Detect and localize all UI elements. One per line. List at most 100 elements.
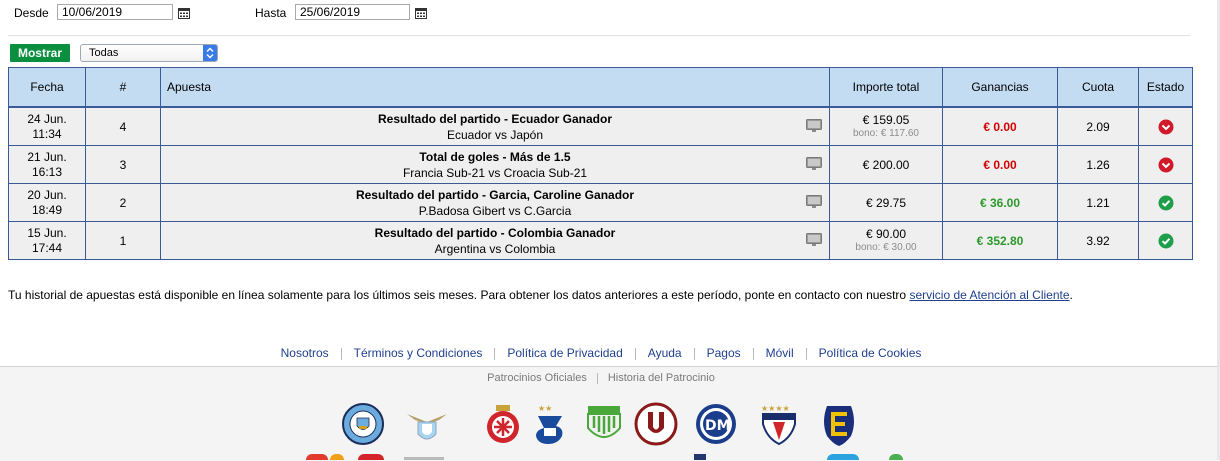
tv-icon[interactable] [806, 119, 822, 133]
tv-icon[interactable] [806, 195, 822, 209]
bet-number: 2 [85, 183, 161, 222]
show-button[interactable]: Mostrar [10, 44, 70, 62]
svg-text:★★: ★★ [538, 404, 552, 413]
bet-date-cell: 20 Jun. 18:49 [8, 183, 86, 222]
everton-chile-logo[interactable] [817, 402, 861, 446]
bet-status-cell [1138, 183, 1193, 222]
footer-link-movil[interactable]: Móvil [754, 346, 806, 360]
club-logo[interactable] [582, 402, 626, 446]
bet-date-cell: 15 Jun. 17:44 [8, 221, 86, 260]
bet-odds: 1.26 [1057, 145, 1139, 184]
col-header-total[interactable]: Importe total [829, 67, 943, 108]
bet-odds: 2.09 [1057, 106, 1139, 146]
bet-time: 11:34 [32, 126, 62, 141]
from-date-input[interactable] [57, 4, 173, 20]
bet-status-cell [1138, 221, 1193, 260]
lazio-logo[interactable] [405, 402, 449, 446]
manchester-city-logo[interactable] [341, 402, 385, 446]
customer-service-link[interactable]: servicio de Atención al Cliente [909, 288, 1069, 302]
bet-number: 4 [85, 106, 161, 146]
bet-amount: € 200.00 [862, 157, 910, 172]
sponsor-link-history[interactable]: Historia del Patrocinio [608, 372, 715, 384]
chevron-down-circle-icon[interactable] [1158, 119, 1174, 135]
bet-status-cell [1138, 145, 1193, 184]
check-circle-icon[interactable] [1158, 233, 1174, 249]
svg-text:★★★★: ★★★★ [761, 404, 790, 413]
table-row[interactable]: 24 Jun. 11:34 4 Resultado del partido - Ecu… [8, 106, 1193, 146]
to-date-input[interactable] [295, 4, 410, 20]
footer-link-pagos[interactable]: Pagos [695, 346, 753, 360]
footer-link-nosotros[interactable]: Nosotros [269, 346, 341, 360]
chevron-updown-icon [203, 45, 217, 61]
footer-link-terminos[interactable]: Términos y Condiciones [342, 346, 495, 360]
bet-date-cell: 21 Jun. 16:13 [8, 145, 86, 184]
bet-time: 17:44 [31, 240, 63, 255]
bet-amount: € 159.05 [862, 112, 910, 127]
col-header-date[interactable]: Fecha [8, 67, 86, 108]
table-row[interactable]: 21 Jun. 16:13 3 Total de goles - Más de 1.5… [8, 145, 1193, 184]
bet-description-cell: Resultado del partido - Colombia Ganador… [160, 221, 830, 260]
tv-icon[interactable] [806, 233, 822, 247]
bet-title: Total de goles - Más de 1.5 [419, 149, 571, 164]
sponsor-link-official[interactable]: Patrocinios Oficiales [487, 372, 587, 384]
bet-description-cell: Total de goles - Más de 1.5 Francia Sub-2… [160, 145, 830, 184]
tv-icon[interactable] [806, 157, 822, 171]
divider [8, 35, 1190, 36]
col-header-bet[interactable]: Apuesta [160, 67, 830, 108]
divider [596, 372, 598, 384]
check-circle-icon[interactable] [1158, 195, 1174, 211]
bet-day: 24 Jun. [27, 111, 67, 126]
col-header-odds[interactable]: Cuota [1057, 67, 1139, 108]
footer-link-ayuda[interactable]: Ayuda [636, 346, 694, 360]
footer-nav: Nosotros Términos y Condiciones Política d… [0, 346, 1202, 360]
calendar-icon[interactable] [178, 7, 190, 19]
deportivo-municipal-logo[interactable]: DM [694, 402, 738, 446]
bet-history-table: Fecha # Apuesta Importe total Ganancias … [8, 67, 1193, 260]
bet-day: 21 Jun. [27, 149, 67, 164]
history-note-text: Tu historial de apuestas está disponible… [8, 288, 910, 302]
bet-match: Ecuador vs Japón [446, 127, 544, 142]
to-label: Hasta [255, 6, 287, 20]
bet-odds: 3.92 [1057, 221, 1139, 260]
bet-match: Francia Sub-21 vs Croacia Sub-21 [402, 165, 588, 180]
history-note-end: . [1069, 288, 1073, 302]
dinamo-logo[interactable]: ★★ [528, 402, 572, 446]
bet-time: 16:13 [31, 164, 63, 179]
ldu-quito-logo[interactable]: ★★★★ [757, 402, 801, 446]
col-header-status[interactable]: Estado [1138, 67, 1193, 108]
table-header-row: Fecha # Apuesta Importe total Ganancias … [8, 67, 1193, 108]
bet-bonus: bono: € 117.60 [853, 127, 919, 139]
bet-date-cell: 24 Jun. 11:34 [8, 106, 86, 146]
table-row[interactable]: 20 Jun. 18:49 2 Resultado del partido - Gar… [8, 183, 1193, 222]
bet-amount: € 90.00 [865, 226, 907, 241]
calendar-icon[interactable] [415, 7, 427, 19]
history-note: Tu historial de apuestas está disponible… [8, 288, 1073, 302]
payment-logo [306, 454, 328, 460]
bet-day: 15 Jun. [27, 225, 67, 240]
bet-status-cell [1138, 106, 1193, 146]
bet-type-selected: Todas [89, 47, 119, 59]
bet-type-select[interactable]: Todas [80, 44, 218, 62]
bet-match: Argentina vs Colombia [434, 241, 556, 256]
table-row[interactable]: 15 Jun. 17:44 1 Resultado del partido - Col… [8, 221, 1193, 260]
footer-link-cookies[interactable]: Política de Cookies [807, 346, 934, 360]
bet-winnings: € 0.00 [942, 106, 1058, 146]
bet-winnings: € 0.00 [942, 145, 1058, 184]
bet-bonus: bono: € 30.00 [855, 241, 917, 253]
bet-winnings: € 352.80 [942, 221, 1058, 260]
col-header-winnings[interactable]: Ganancias [942, 67, 1058, 108]
footer-link-privacidad[interactable]: Política de Privacidad [495, 346, 634, 360]
universitario-logo[interactable] [634, 402, 678, 446]
bet-winnings: € 36.00 [942, 183, 1058, 222]
girona-logo[interactable] [481, 402, 525, 446]
col-header-number[interactable]: # [85, 67, 161, 108]
bet-odds: 1.21 [1057, 183, 1139, 222]
bet-title: Resultado del partido - Ecuador Ganador [377, 111, 613, 126]
from-label: Desde [14, 6, 49, 20]
bet-amount-cell: € 159.05 bono: € 117.60 [829, 106, 943, 146]
sponsor-nav: Patrocinios Oficiales Historia del Patroc… [0, 372, 1202, 384]
chevron-down-circle-icon[interactable] [1158, 157, 1174, 173]
bet-description-cell: Resultado del partido - Ecuador Ganador E… [160, 106, 830, 146]
bet-match: P.Badosa Gibert vs C.Garcia [418, 203, 572, 218]
bet-description-cell: Resultado del partido - Garcia, Caroline… [160, 183, 830, 222]
